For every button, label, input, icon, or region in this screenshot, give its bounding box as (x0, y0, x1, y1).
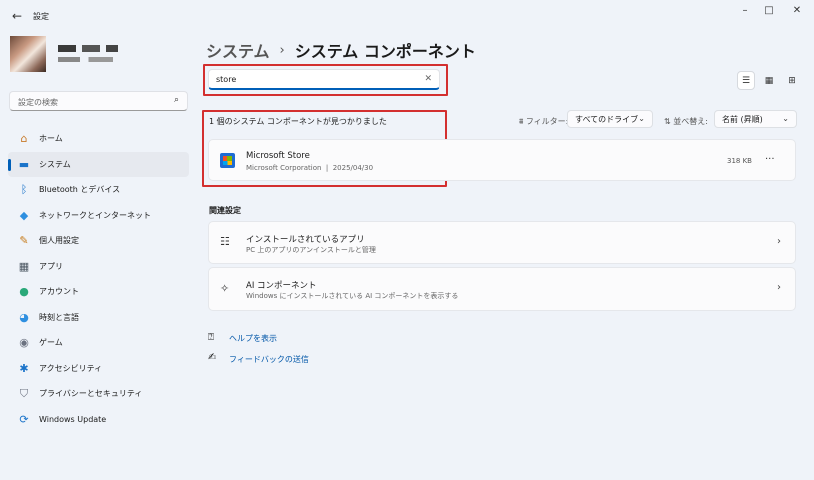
sort-icon: ⇅ (664, 117, 671, 126)
related-item-desc: PC 上のアプリのアンインストールと管理 (246, 246, 376, 254)
list-view-icon[interactable]: ☰ (737, 71, 755, 90)
active-indicator (8, 158, 11, 171)
sidebar-item-9[interactable]: ✱ アクセシビリティ (8, 356, 189, 382)
sidebar-item-label: アプリ (39, 261, 63, 271)
view-toggle: ☰ ▦ ⊞ (737, 71, 801, 91)
sidebar-item-label: ゲーム (39, 338, 63, 348)
bluetooth-icon: ᛒ (20, 183, 28, 197)
filter-value: すべてのドライブ (575, 115, 639, 124)
brush-icon: ✎ (19, 234, 29, 248)
windows-update-icon: ⟳ (19, 412, 29, 426)
filter-dropdown[interactable]: すべてのドライブ ⌄ (567, 110, 653, 128)
filter-icon: ⩩ (519, 117, 524, 126)
sidebar-item-4[interactable]: ✎ 個人用設定 (8, 228, 189, 254)
chevron-down-icon: ⌄ (782, 114, 789, 123)
page-title: システム コンポーネント (294, 42, 476, 61)
sidebar-item-label: 個人用設定 (39, 236, 79, 246)
sidebar-item-11[interactable]: ⟳ Windows Update (8, 407, 189, 433)
home-icon: ⌂ (20, 132, 28, 146)
help-icon: ⍰ (208, 332, 214, 343)
breadcrumb: システム › システム コンポーネント (206, 38, 476, 62)
sidebar-item-7[interactable]: ◕ 時刻と言語 (8, 305, 189, 331)
component-meta: Microsoft Corporation | 2025/04/30 (246, 164, 374, 172)
sidebar-item-3[interactable]: ◆ ネットワークとインターネット (8, 203, 189, 229)
sidebar-item-label: 時刻と言語 (39, 312, 79, 322)
feedback-icon: ✍ (208, 352, 217, 363)
sidebar-item-10[interactable]: ⛉ プライバシーとセキュリティ (8, 381, 189, 407)
related-item-title: インストールされているアプリ (246, 235, 365, 245)
feedback-link[interactable]: フィードバックの送信 (229, 354, 309, 365)
chevron-right-icon: › (777, 282, 781, 293)
sort-label: ⇅ 並べ替え: (664, 117, 708, 126)
sidebar-item-label: ネットワークとインターネット (39, 210, 151, 220)
maximize-button[interactable]: □ (757, 4, 781, 18)
user-email-redacted (58, 57, 113, 62)
accessibility-icon: ✱ (19, 361, 29, 375)
app-title: 設定 (33, 12, 49, 21)
sidebar-item-label: アカウント (39, 287, 79, 297)
help-link[interactable]: ヘルプを表示 (229, 333, 277, 344)
microsoft-store-icon (220, 153, 235, 168)
sidebar-item-label: ホーム (39, 134, 63, 144)
related-item-desc: Windows にインストールされている AI コンポーネントを表示する (246, 292, 459, 300)
related-settings-title: 関連設定 (209, 206, 241, 215)
gamepad-icon: ◉ (19, 336, 29, 350)
sidebar-item-label: システム (39, 159, 71, 169)
filter-label: ⩩ フィルター: (519, 117, 569, 126)
grid-view-icon[interactable]: ⊞ (783, 71, 801, 90)
search-icon: ⌕ (173, 95, 179, 105)
sort-value: 名前 (昇順) (722, 115, 763, 124)
account-icon: ● (19, 285, 29, 299)
network-icon: ◆ (19, 208, 29, 222)
sidebar-item-1[interactable]: ▬ システム (8, 151, 189, 177)
sidebar-item-8[interactable]: ◉ ゲーム (8, 330, 189, 356)
sidebar-item-label: アクセシビリティ (39, 363, 103, 373)
chevron-down-icon: ⌄ (638, 114, 645, 123)
sidebar-item-label: Windows Update (39, 414, 107, 424)
related-item-title: AI コンポーネント (246, 281, 317, 291)
sidebar-item-0[interactable]: ⌂ ホーム (8, 126, 189, 152)
apps-icon: ▦ (18, 259, 30, 273)
tiles-view-icon[interactable]: ▦ (760, 71, 778, 90)
user-name-redacted (58, 45, 118, 52)
close-button[interactable]: ✕ (785, 4, 809, 18)
component-size: 318 KB (727, 157, 752, 165)
sidebar-item-5[interactable]: ▦ アプリ (8, 254, 189, 280)
avatar[interactable] (10, 36, 46, 72)
breadcrumb-system[interactable]: システム (206, 38, 270, 62)
shield-icon: ⛉ (19, 386, 29, 400)
back-arrow-icon[interactable]: ← (10, 9, 24, 23)
title-bar: ← 設定 – □ ✕ (0, 0, 814, 32)
sidebar-item-label: Bluetooth とデバイス (39, 185, 121, 195)
chevron-right-icon: › (279, 42, 285, 58)
minimize-button[interactable]: – (733, 4, 757, 18)
system-icon: ▬ (18, 157, 30, 171)
ai-sparkle-icon: ✧ (220, 282, 230, 295)
sidebar-item-2[interactable]: ᛒ Bluetooth とデバイス (8, 177, 189, 203)
globe-clock-icon: ◕ (19, 310, 29, 324)
installed-apps-icon: ☷ (220, 235, 230, 248)
sidebar-nav: ⌂ ホーム ▬ システム ᛒ Bluetooth とデバイス ◆ ネットワークとインターネット… (8, 126, 189, 432)
more-options-icon[interactable]: ··· (765, 154, 775, 165)
sort-dropdown[interactable]: 名前 (昇順) ⌄ (714, 110, 797, 128)
sidebar-item-label: プライバシーとセキュリティ (39, 389, 143, 399)
component-name: Microsoft Store (246, 151, 310, 161)
highlight-box-search (203, 64, 448, 96)
search-placeholder: 設定の検索 (18, 98, 58, 107)
sidebar-item-6[interactable]: ● アカウント (8, 279, 189, 305)
settings-search-input[interactable]: 設定の検索 ⌕ (9, 91, 188, 111)
chevron-right-icon: › (777, 236, 781, 247)
